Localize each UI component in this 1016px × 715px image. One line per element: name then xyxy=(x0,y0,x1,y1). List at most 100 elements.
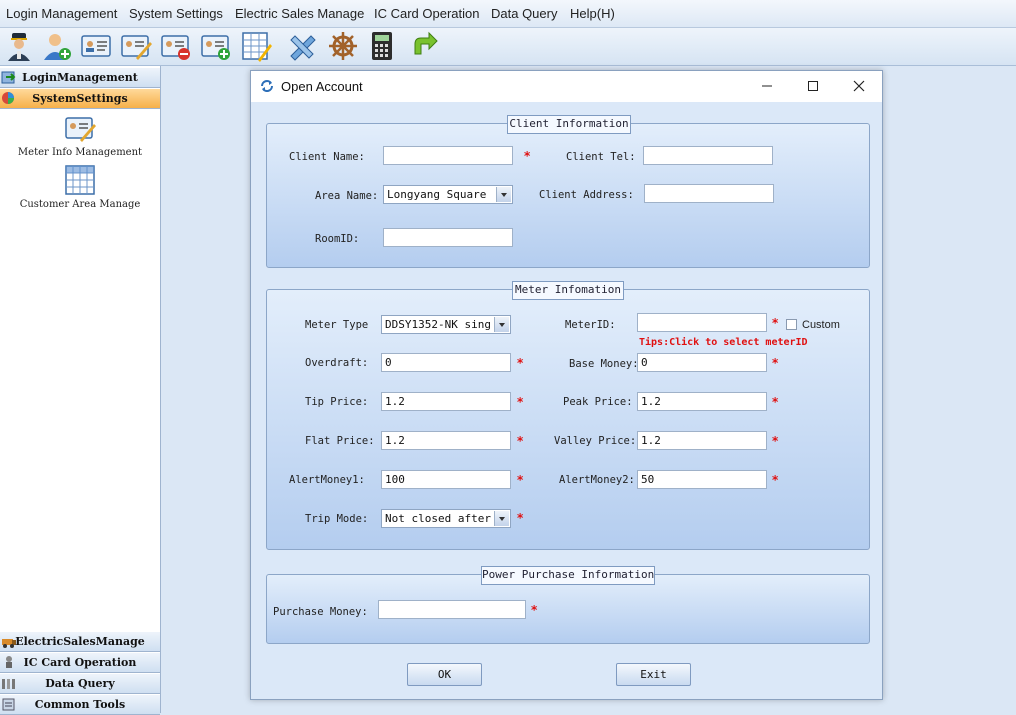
required-mark: * xyxy=(517,395,524,409)
valley-price-input[interactable]: 1.2 xyxy=(637,431,767,450)
meter-id-tips: Tips:Click to select meterID xyxy=(639,337,808,348)
sidebar-item-customer-area-manage[interactable]: Customer Area Manage xyxy=(0,164,160,210)
client-name-label: Client Name: xyxy=(289,151,365,163)
table-edit-icon[interactable] xyxy=(240,30,272,62)
sidebar-section-ic-card-operation[interactable]: IC Card Operation xyxy=(0,653,160,673)
required-mark: * xyxy=(517,356,524,370)
base-money-label: Base Money: xyxy=(569,358,639,370)
dialog-title: Open Account xyxy=(281,79,363,94)
chevron-down-icon[interactable] xyxy=(494,317,509,332)
client-tel-label: Client Tel: xyxy=(566,151,636,163)
required-mark: * xyxy=(517,511,524,525)
valley-price-label: Valley Price: xyxy=(554,435,637,447)
meter-information-group: Meter Infomation Meter Type DDSY1352-NK … xyxy=(266,281,870,550)
required-mark: * xyxy=(524,149,531,163)
tools-icon[interactable] xyxy=(287,30,319,62)
helm-icon[interactable] xyxy=(327,30,359,62)
overdraft-input[interactable]: 0 xyxy=(381,353,511,372)
sidebar-section-data-query[interactable]: Data Query xyxy=(0,674,160,694)
menu-data-query[interactable]: Data Query xyxy=(491,6,557,21)
alert-money2-input[interactable]: 50 xyxy=(637,470,767,489)
client-name-input[interactable] xyxy=(383,146,513,165)
area-name-select[interactable]: Longyang Square xyxy=(383,185,513,204)
required-mark: * xyxy=(772,356,779,370)
maximize-button[interactable] xyxy=(790,71,836,102)
meter-info-icon xyxy=(64,112,96,144)
meter-type-label: Meter Type xyxy=(305,319,369,331)
remove-card-icon[interactable] xyxy=(160,30,192,62)
close-icon xyxy=(853,80,865,92)
sidebar: LoginManagement SystemSettings Meter Inf… xyxy=(0,66,161,715)
meter-information-legend: Meter Infomation xyxy=(512,281,624,300)
alert-money2-label: AlertMoney2: xyxy=(559,474,635,486)
maximize-icon xyxy=(808,81,818,91)
client-address-label: Client Address: xyxy=(539,189,634,201)
add-user-icon[interactable] xyxy=(41,30,73,62)
calculator-icon[interactable] xyxy=(366,30,398,62)
menu-login-management[interactable]: Login Management xyxy=(6,6,117,21)
custom-label: Custom xyxy=(802,319,840,331)
exit-button[interactable]: Exit xyxy=(616,663,691,686)
required-mark: * xyxy=(772,395,779,409)
meter-type-select[interactable]: DDSY1352-NK sing xyxy=(381,315,511,334)
sidebar-item-meter-info-management[interactable]: Meter Info Management xyxy=(0,112,160,158)
peak-price-label: Peak Price: xyxy=(563,396,633,408)
trip-mode-label: Trip Mode: xyxy=(305,513,369,525)
dialog-titlebar: Open Account xyxy=(251,71,882,102)
sidebar-section-login-management[interactable]: LoginManagement xyxy=(0,68,160,88)
edit-card-icon[interactable] xyxy=(120,30,152,62)
client-tel-input[interactable] xyxy=(643,146,773,165)
custom-checkbox[interactable] xyxy=(786,319,797,330)
add-card-icon[interactable] xyxy=(200,30,232,62)
sidebar-section-common-tools[interactable]: Common Tools xyxy=(0,695,160,715)
operator-icon[interactable] xyxy=(3,30,35,62)
client-card-icon[interactable] xyxy=(80,30,112,62)
area-name-label: Area Name: xyxy=(315,190,379,202)
minimize-button[interactable] xyxy=(744,71,790,102)
required-mark: * xyxy=(517,473,524,487)
close-button[interactable] xyxy=(836,71,882,102)
purchase-money-input[interactable] xyxy=(378,600,526,619)
alert-money1-label: AlertMoney1: xyxy=(289,474,365,486)
room-id-input[interactable] xyxy=(383,228,513,247)
sidebar-section-system-settings[interactable]: SystemSettings xyxy=(0,89,160,109)
toolbar xyxy=(0,28,1016,66)
required-mark: * xyxy=(772,473,779,487)
chevron-down-icon[interactable] xyxy=(494,511,509,526)
ok-button[interactable]: OK xyxy=(407,663,482,686)
menu-bar: Login Management System Settings Electri… xyxy=(0,0,1016,28)
purchase-money-label: Purchase Money: xyxy=(273,606,368,618)
alert-money1-input[interactable]: 100 xyxy=(381,470,511,489)
required-mark: * xyxy=(772,434,779,448)
meter-id-input[interactable] xyxy=(637,313,767,332)
client-address-input[interactable] xyxy=(644,184,774,203)
client-information-legend: Client Information xyxy=(507,115,631,134)
open-account-dialog: Open Account Client Information Client N… xyxy=(250,70,883,700)
minimize-icon xyxy=(762,85,772,87)
menu-help[interactable]: Help(H) xyxy=(570,6,615,21)
power-purchase-legend: Power Purchase Information xyxy=(481,566,655,585)
menu-ic-card-operation[interactable]: IC Card Operation xyxy=(374,6,480,21)
required-mark: * xyxy=(531,603,538,617)
flat-price-input[interactable]: 1.2 xyxy=(381,431,511,450)
tip-price-input[interactable]: 1.2 xyxy=(381,392,511,411)
sidebar-section-electric-sales-manage[interactable]: ElectricSalesManage xyxy=(0,632,160,652)
menu-electric-sales-manage[interactable]: Electric Sales Manage xyxy=(235,6,364,21)
meter-id-label: MeterID: xyxy=(565,319,616,331)
required-mark: * xyxy=(517,434,524,448)
overdraft-label: Overdraft: xyxy=(305,357,369,369)
trip-mode-select[interactable]: Not closed after xyxy=(381,509,511,528)
refresh-window-icon xyxy=(261,80,273,92)
customer-area-icon xyxy=(64,164,96,196)
base-money-input[interactable]: 0 xyxy=(637,353,767,372)
flat-price-label: Flat Price: xyxy=(305,435,375,447)
room-id-label: RoomID: xyxy=(315,233,360,245)
menu-system-settings[interactable]: System Settings xyxy=(129,6,223,21)
power-purchase-group: Power Purchase Information Purchase Mone… xyxy=(266,566,870,644)
client-information-group: Client Information Client Name: * Client… xyxy=(266,115,870,268)
chevron-down-icon[interactable] xyxy=(496,187,511,202)
peak-price-input[interactable]: 1.2 xyxy=(637,392,767,411)
refresh-icon[interactable] xyxy=(407,30,439,62)
required-mark: * xyxy=(772,316,779,330)
tip-price-label: Tip Price: xyxy=(305,396,369,408)
